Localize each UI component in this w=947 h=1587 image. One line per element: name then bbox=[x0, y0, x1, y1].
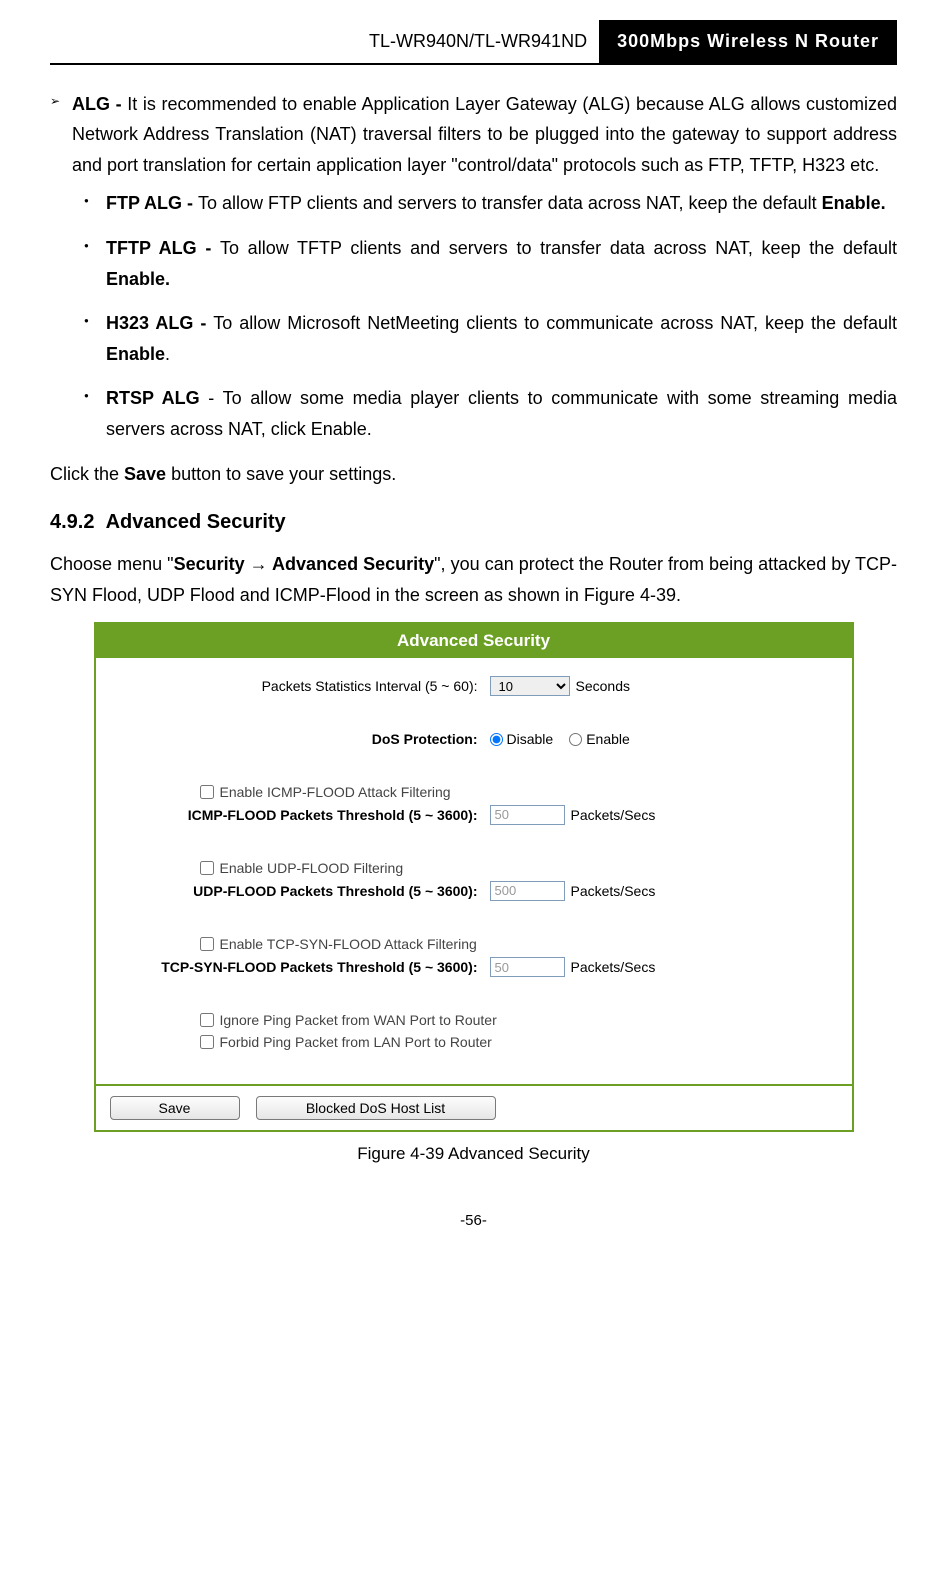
tcp-check-row: Enable TCP-SYN-FLOOD Attack Filtering bbox=[110, 935, 838, 953]
tcp-threshold-label: TCP-SYN-FLOOD Packets Threshold (5 ~ 360… bbox=[110, 958, 490, 976]
icmp-threshold-row: ICMP-FLOOD Packets Threshold (5 ~ 3600):… bbox=[110, 805, 838, 825]
h323-alg-item: H323 ALG - To allow Microsoft NetMeeting… bbox=[106, 308, 897, 369]
tcp-threshold-input[interactable] bbox=[490, 957, 565, 977]
icmp-checkbox[interactable] bbox=[200, 785, 214, 799]
alg-list: ALG - It is recommended to enable Applic… bbox=[50, 89, 897, 445]
tftp-alg-item: TFTP ALG - To allow TFTP clients and ser… bbox=[106, 233, 897, 294]
blocked-dos-host-button[interactable]: Blocked DoS Host List bbox=[256, 1096, 496, 1120]
dos-protection-label: DoS Protection: bbox=[110, 730, 490, 748]
forbid-lan-label: Forbid Ping Packet from LAN Port to Rout… bbox=[220, 1033, 492, 1051]
header-product: 300Mbps Wireless N Router bbox=[599, 20, 897, 63]
panel-body: Packets Statistics Interval (5 ~ 60): 10… bbox=[96, 658, 852, 1083]
icmp-check-label: Enable ICMP-FLOOD Attack Filtering bbox=[220, 783, 451, 801]
panel-title: Advanced Security bbox=[96, 624, 852, 658]
tcp-unit: Packets/Secs bbox=[571, 958, 656, 976]
tcp-threshold-row: TCP-SYN-FLOOD Packets Threshold (5 ~ 360… bbox=[110, 957, 838, 977]
dos-protection-row: DoS Protection: Disable Enable bbox=[110, 730, 838, 748]
section-intro: Choose menu "Security → Advanced Securit… bbox=[50, 549, 897, 610]
figure-caption: Figure 4-39 Advanced Security bbox=[50, 1140, 897, 1169]
advanced-security-panel: Advanced Security Packets Statistics Int… bbox=[94, 622, 854, 1131]
panel-footer: Save Blocked DoS Host List bbox=[96, 1084, 852, 1130]
dos-disable-option[interactable]: Disable bbox=[490, 730, 554, 748]
page-header: TL-WR940N/TL-WR941ND 300Mbps Wireless N … bbox=[50, 20, 897, 65]
dos-enable-option[interactable]: Enable bbox=[569, 730, 630, 748]
udp-threshold-input[interactable] bbox=[490, 881, 565, 901]
stats-unit: Seconds bbox=[576, 677, 630, 695]
udp-threshold-row: UDP-FLOOD Packets Threshold (5 ~ 3600): … bbox=[110, 881, 838, 901]
dos-disable-radio[interactable] bbox=[490, 733, 503, 746]
forbid-lan-checkbox[interactable] bbox=[200, 1035, 214, 1049]
save-button[interactable]: Save bbox=[110, 1096, 240, 1120]
udp-check-label: Enable UDP-FLOOD Filtering bbox=[220, 859, 404, 877]
dos-enable-radio[interactable] bbox=[569, 733, 582, 746]
icmp-threshold-input[interactable] bbox=[490, 805, 565, 825]
ignore-wan-checkbox[interactable] bbox=[200, 1013, 214, 1027]
forbid-lan-row: Forbid Ping Packet from LAN Port to Rout… bbox=[110, 1033, 838, 1051]
icmp-unit: Packets/Secs bbox=[571, 806, 656, 824]
ignore-wan-label: Ignore Ping Packet from WAN Port to Rout… bbox=[220, 1011, 497, 1029]
udp-threshold-label: UDP-FLOOD Packets Threshold (5 ~ 3600): bbox=[110, 882, 490, 900]
tcp-check-label: Enable TCP-SYN-FLOOD Attack Filtering bbox=[220, 935, 477, 953]
udp-check-row: Enable UDP-FLOOD Filtering bbox=[110, 859, 838, 877]
section-heading: 4.9.2 Advanced Security bbox=[50, 505, 897, 539]
ignore-wan-row: Ignore Ping Packet from WAN Port to Rout… bbox=[110, 1011, 838, 1029]
tcp-checkbox[interactable] bbox=[200, 937, 214, 951]
rtsp-alg-item: RTSP ALG - To allow some media player cl… bbox=[106, 383, 897, 444]
alg-sub-list: FTP ALG - To allow FTP clients and serve… bbox=[72, 188, 897, 444]
udp-checkbox[interactable] bbox=[200, 861, 214, 875]
stats-interval-label: Packets Statistics Interval (5 ~ 60): bbox=[110, 677, 490, 695]
header-model: TL-WR940N/TL-WR941ND bbox=[50, 20, 599, 63]
ftp-alg-item: FTP ALG - To allow FTP clients and serve… bbox=[106, 188, 897, 219]
stats-interval-row: Packets Statistics Interval (5 ~ 60): 10… bbox=[110, 676, 838, 696]
udp-unit: Packets/Secs bbox=[571, 882, 656, 900]
stats-interval-select[interactable]: 10 bbox=[490, 676, 570, 696]
figure-wrap: Advanced Security Packets Statistics Int… bbox=[50, 622, 897, 1168]
save-instruction: Click the Save button to save your setti… bbox=[50, 459, 897, 490]
page-number: -56- bbox=[50, 1208, 897, 1234]
alg-title: ALG - bbox=[72, 94, 127, 114]
icmp-check-row: Enable ICMP-FLOOD Attack Filtering bbox=[110, 783, 838, 801]
alg-item: ALG - It is recommended to enable Applic… bbox=[72, 89, 897, 445]
alg-body: It is recommended to enable Application … bbox=[72, 94, 897, 175]
icmp-threshold-label: ICMP-FLOOD Packets Threshold (5 ~ 3600): bbox=[110, 806, 490, 824]
